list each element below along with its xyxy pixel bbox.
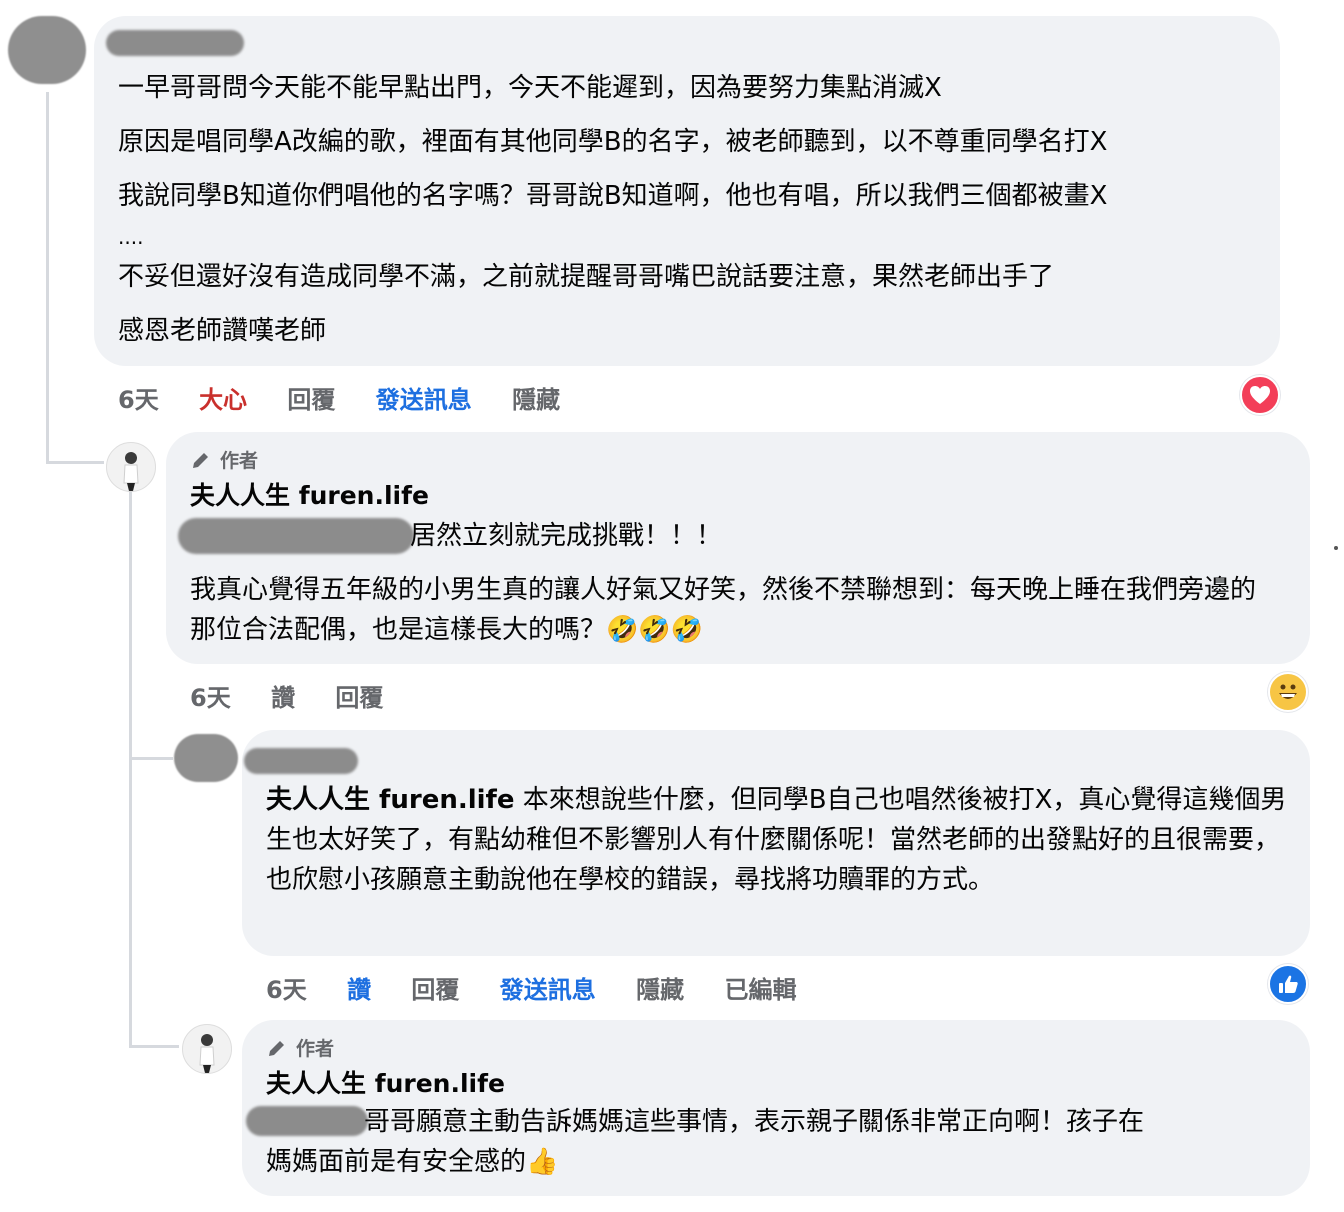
comment-actions: 6天 大心 回覆 發送訊息 隱藏 [118,380,560,415]
author-badge-label: 作者 [296,1038,335,1060]
author-badge-label: 作者 [220,450,259,472]
author-reply-line-1: 居然立刻就完成挑戰！！！ [410,521,723,551]
thread-line-sub-elbow-2 [129,1045,179,1048]
reply2-paragraph: 夫人人生 furen.life 本來想說些什麼，但同學B自己也唱然後被打X，真心… [266,780,1296,900]
comment-line-1: 一早哥哥問今天能不能早點出門，今天不能遲到，因為要努力集點消滅X [118,73,942,103]
pencil-icon [193,452,208,468]
pencil-icon [269,1040,284,1056]
grin-emoji-icon[interactable] [1268,672,1308,712]
reply-button[interactable]: 回覆 [411,976,459,1004]
thread-line-main [46,92,49,464]
author-reply-actions: 6天 讚 回覆 [190,678,383,713]
send-message-button[interactable]: 發送訊息 [500,976,596,1004]
reply1-time[interactable]: 6天 [190,684,231,712]
author-avatar[interactable] [106,442,156,492]
reply-button[interactable]: 回覆 [287,386,335,414]
author-avatar-2[interactable] [182,1024,232,1074]
comment-line-5: 不妥但還好沒有造成同學不滿，之前就提醒哥哥嘴巴說話要注意，果然老師出手了 [118,262,1055,292]
love-reaction-button[interactable]: 大心 [199,386,247,414]
hide-button[interactable]: 隱藏 [512,386,560,414]
thumbs-up-emoji: 👍 [526,1147,559,1177]
author-name-2[interactable]: 夫人人生 furen.life [266,1064,505,1104]
thread-line-sub-elbow-1 [129,757,173,760]
like-button[interactable]: 讚 [271,684,295,712]
redacted-commenter-name [106,30,244,56]
reply2-time[interactable]: 6天 [266,976,307,1004]
like-button-active[interactable]: 讚 [347,976,371,1004]
heart-icon[interactable] [1240,375,1280,415]
author-reply-text: 我真心覺得五年級的小男生真的讓人好氣又好笑，然後不禁聯想到：每天晚上睡在我們旁邊… [190,575,1257,645]
send-message-button[interactable]: 發送訊息 [376,386,472,414]
mention-link[interactable]: 夫人人生 furen.life [266,785,515,815]
comment-line-6: 感恩老師讚嘆老師 [118,316,327,346]
author-badge-2: 作者 [266,1034,334,1061]
hide-button[interactable]: 隱藏 [636,976,684,1004]
author-name[interactable]: 夫人人生 furen.life [190,476,429,516]
comment-line-3: 我說同學B知道你們唱他的名字嗎？哥哥說B知道啊，他也有唱，所以我們三個都被畫X [118,181,1108,211]
reply-button[interactable]: 回覆 [335,684,383,712]
redacted-mention-2 [246,1106,368,1136]
thread-line-main-elbow [46,461,104,464]
dot-marker [1334,546,1338,550]
thread-line-sub [129,492,132,1048]
commenter-avatar-2[interactable] [174,734,238,782]
rofl-emoji: 🤣🤣🤣 [606,615,704,645]
redacted-mention [178,518,414,554]
author-reply-paragraph: 我真心覺得五年級的小男生真的讓人好氣又好笑，然後不禁聯想到：每天晚上睡在我們旁邊… [190,570,1280,650]
comment-line-2: 原因是唱同學A改編的歌，裡面有其他同學B的名字，被老師聽到，以不尊重同學名打X [118,127,1108,157]
commenter-avatar[interactable] [8,16,86,84]
redacted-commenter-name-2 [244,748,358,774]
author-reply2-line-1: 哥哥願意主動告訴媽媽這些事情，表示親子關係非常正向啊！孩子在 [364,1107,1145,1137]
comment-time[interactable]: 6天 [118,386,159,414]
author-reply2-text: 媽媽面前是有安全感的 [266,1147,527,1177]
like-thumb-icon[interactable] [1268,964,1308,1004]
edited-label: 已編輯 [724,976,797,1004]
author-reply2-line-2: 媽媽面前是有安全感的👍 [266,1142,558,1182]
reply2-actions: 6天 讚 回覆 發送訊息 隱藏 已編輯 [266,970,797,1005]
author-badge: 作者 [190,446,258,473]
comment-line-4: .... [118,225,144,249]
